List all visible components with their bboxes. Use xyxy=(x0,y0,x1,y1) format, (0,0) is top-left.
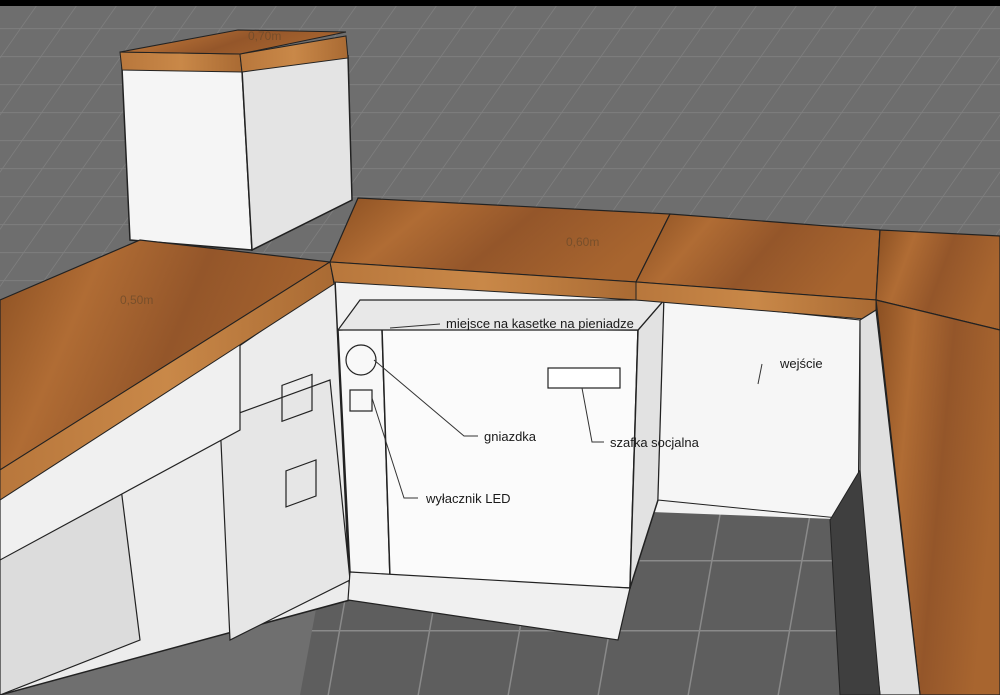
label-social-cabinet: szafka socjalna xyxy=(610,435,700,450)
socket-cabinet xyxy=(336,297,666,641)
dimension-left: 0,50m xyxy=(120,293,153,307)
3d-scene-viewport: 0,50m 0,60m miejsce na kasetke na pienia… xyxy=(0,0,1000,695)
cabinet-handle xyxy=(547,367,621,389)
label-entrance: wejście xyxy=(779,356,823,371)
label-cash-box-place: miejsce na kasetke na pieniadze xyxy=(446,316,634,331)
dimension-middle: 0,60m xyxy=(566,235,599,249)
label-socket: gniazdka xyxy=(484,429,537,444)
upper-cabinet xyxy=(119,29,353,252)
window-top-bar xyxy=(0,0,1000,6)
dimension-top: 0,70m xyxy=(248,29,281,43)
label-led-switch: wyłacznik LED xyxy=(425,491,511,506)
entrance-wall xyxy=(657,299,861,521)
